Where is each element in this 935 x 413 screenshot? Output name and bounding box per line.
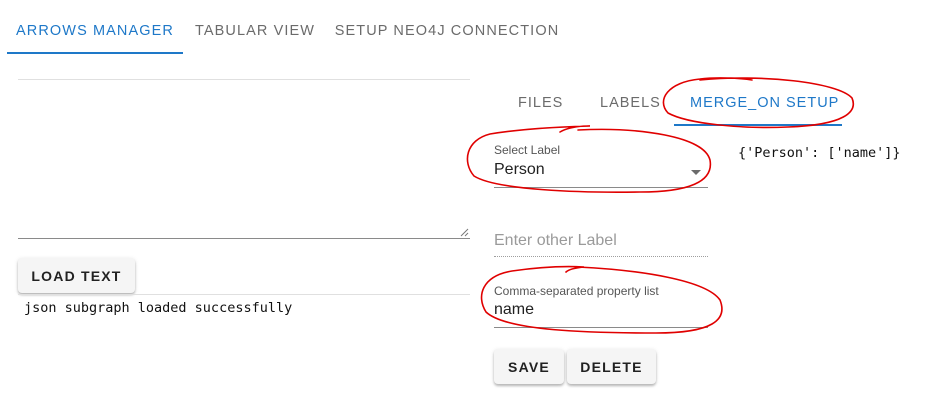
chevron-down-icon <box>691 170 701 175</box>
merge-mapping-text: {'Person': ['name']} <box>738 145 901 161</box>
subgraph-text-input[interactable] <box>18 79 470 239</box>
resize-handle-icon[interactable] <box>460 228 469 237</box>
other-label-input[interactable]: Enter other Label <box>494 225 708 260</box>
tab-labels[interactable]: LABELS <box>600 88 661 118</box>
load-text-button[interactable]: LOAD TEXT <box>18 258 135 293</box>
other-label-placeholder: Enter other Label <box>494 232 617 249</box>
tab-files[interactable]: FILES <box>518 88 563 118</box>
select-underline <box>494 187 708 188</box>
active-tab-indicator <box>7 52 183 54</box>
select-label-dropdown[interactable]: Select Label Person <box>494 140 708 190</box>
other-label-underline <box>494 256 708 257</box>
tab-merge-on-setup[interactable]: MERGE_ON SETUP <box>690 88 839 118</box>
select-label-caption: Select Label <box>494 143 561 157</box>
save-button[interactable]: SAVE <box>494 349 564 384</box>
tab-arrows-manager[interactable]: ARROWS MANAGER <box>7 0 183 54</box>
status-divider <box>18 294 470 295</box>
top-tab-bar: ARROWS MANAGER TABULAR VIEW SETUP NEO4J … <box>0 0 935 56</box>
tab-setup-neo4j-connection[interactable]: SETUP NEO4J CONNECTION <box>329 0 565 54</box>
property-list-underline <box>494 327 708 328</box>
tab-tabular-view[interactable]: TABULAR VIEW <box>185 0 325 54</box>
inner-active-tab-indicator <box>674 124 842 126</box>
property-list-caption: Comma-separated property list <box>494 284 659 298</box>
property-list-input[interactable]: Comma-separated property list name <box>494 280 708 330</box>
select-label-value: Person <box>494 161 545 178</box>
delete-button[interactable]: DELETE <box>567 349 656 384</box>
property-list-value: name <box>494 301 535 318</box>
status-message: json subgraph loaded successfully <box>24 300 293 316</box>
